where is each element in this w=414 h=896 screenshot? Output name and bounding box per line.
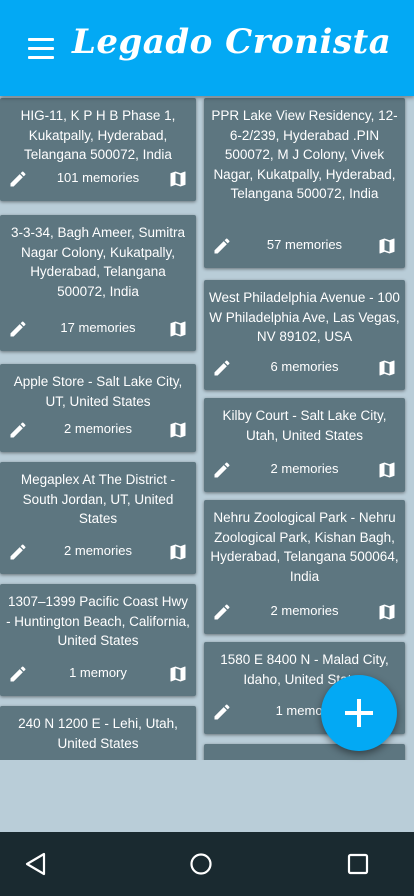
memory-count: 2 memories (64, 421, 132, 436)
system-nav-bar (0, 832, 414, 896)
pencil-icon[interactable] (212, 358, 232, 378)
pencil-icon[interactable] (8, 542, 28, 562)
card-address: PPR Lake View Residency, 12-6-2/239, Hyd… (211, 108, 398, 201)
card-footer: 17 memories (0, 307, 196, 351)
card-address: 1307–1399 Pacific Coast Hwy - Huntington… (6, 594, 190, 648)
map-icon[interactable] (168, 319, 188, 339)
pencil-icon[interactable] (8, 169, 28, 189)
memory-count: 1 memory (69, 665, 127, 680)
location-card[interactable]: Kilby Court - Salt Lake City, Utah, Unit… (204, 398, 405, 492)
card-footer: 2 memories (0, 408, 196, 452)
memory-count: 2 memories (64, 543, 132, 558)
location-card[interactable]: HIG-11, K P H B Phase 1, Kukatpally, Hyd… (0, 98, 196, 201)
card-address: 240 N 1200 E - Lehi, Utah, United States (18, 716, 178, 751)
location-card[interactable]: 240 N 1200 E - Lehi, Utah, United States (0, 706, 196, 760)
location-card[interactable]: Apple Store - Salt Lake City, UT, United… (0, 364, 196, 452)
card-footer: 2 memories (204, 590, 405, 634)
map-icon[interactable] (168, 420, 188, 440)
memory-count: 101 memories (56, 170, 140, 185)
memory-count: 6 memories (270, 359, 339, 374)
card-address: Megaplex At The District - South Jordan,… (20, 472, 176, 526)
map-icon[interactable] (377, 460, 397, 480)
pencil-icon[interactable] (8, 420, 28, 440)
card-footer: 101 memories (0, 157, 196, 201)
memory-count: 17 memories (60, 320, 136, 335)
map-icon[interactable] (168, 664, 188, 684)
recents-square-icon[interactable] (344, 850, 372, 878)
location-card[interactable]: 1307–1399 Pacific Coast Hwy - Huntington… (0, 584, 196, 696)
location-card[interactable]: PPR Lake View Residency, 12-6-2/239, Hyd… (204, 98, 405, 268)
memory-grid[interactable]: HIG-11, K P H B Phase 1, Kukatpally, Hyd… (0, 96, 414, 760)
card-footer: 57 memories (204, 224, 405, 268)
card-address: HIG-11, K P H B Phase 1, Kukatpally, Hyd… (20, 108, 176, 162)
map-icon[interactable] (377, 358, 397, 378)
back-triangle-icon[interactable] (22, 850, 50, 878)
card-address: Nehru Zoological Park - Nehru Zoological… (210, 510, 399, 584)
location-card[interactable]: Nehru Zoological Park - Nehru Zoological… (204, 500, 405, 634)
home-circle-icon[interactable] (187, 850, 215, 878)
card-footer: 1 memory (0, 652, 196, 696)
card-footer: 2 memories (204, 448, 405, 492)
pencil-icon[interactable] (8, 319, 28, 339)
card-address: West Philadelphia Avenue - 100 W Philade… (209, 290, 400, 344)
pencil-icon[interactable] (212, 236, 232, 256)
pencil-icon[interactable] (212, 460, 232, 480)
location-card[interactable]: 3-3-34, Bagh Ameer, Sumitra Nagar Colony… (0, 215, 196, 351)
plus-icon (345, 699, 373, 727)
map-icon[interactable] (377, 602, 397, 622)
pencil-icon[interactable] (8, 664, 28, 684)
location-card[interactable]: West Philadelphia Avenue - 100 W Philade… (204, 280, 405, 390)
app-title: Legado Cronista (72, 22, 392, 62)
card-footer: 6 memories (204, 346, 405, 390)
card-address: Apple Store - Salt Lake City, UT, United… (13, 374, 183, 409)
location-card[interactable]: Megaplex At The District - South Jordan,… (0, 462, 196, 574)
add-memory-button[interactable] (321, 675, 397, 751)
pencil-icon[interactable] (212, 602, 232, 622)
memory-count: 2 memories (270, 461, 339, 476)
map-icon[interactable] (168, 169, 188, 189)
map-icon[interactable] (377, 236, 397, 256)
card-address: 3-3-34, Bagh Ameer, Sumitra Nagar Colony… (10, 225, 186, 299)
pencil-icon[interactable] (212, 702, 232, 722)
app-bar: Legado Cronista (0, 0, 414, 96)
memory-count: 2 memories (270, 603, 339, 618)
map-icon[interactable] (168, 542, 188, 562)
memory-count: 57 memories (266, 237, 343, 252)
hamburger-menu-icon[interactable] (28, 38, 54, 60)
card-address: Kilby Court - Salt Lake City, Utah, Unit… (222, 408, 387, 443)
card-footer: 2 memories (0, 530, 196, 574)
